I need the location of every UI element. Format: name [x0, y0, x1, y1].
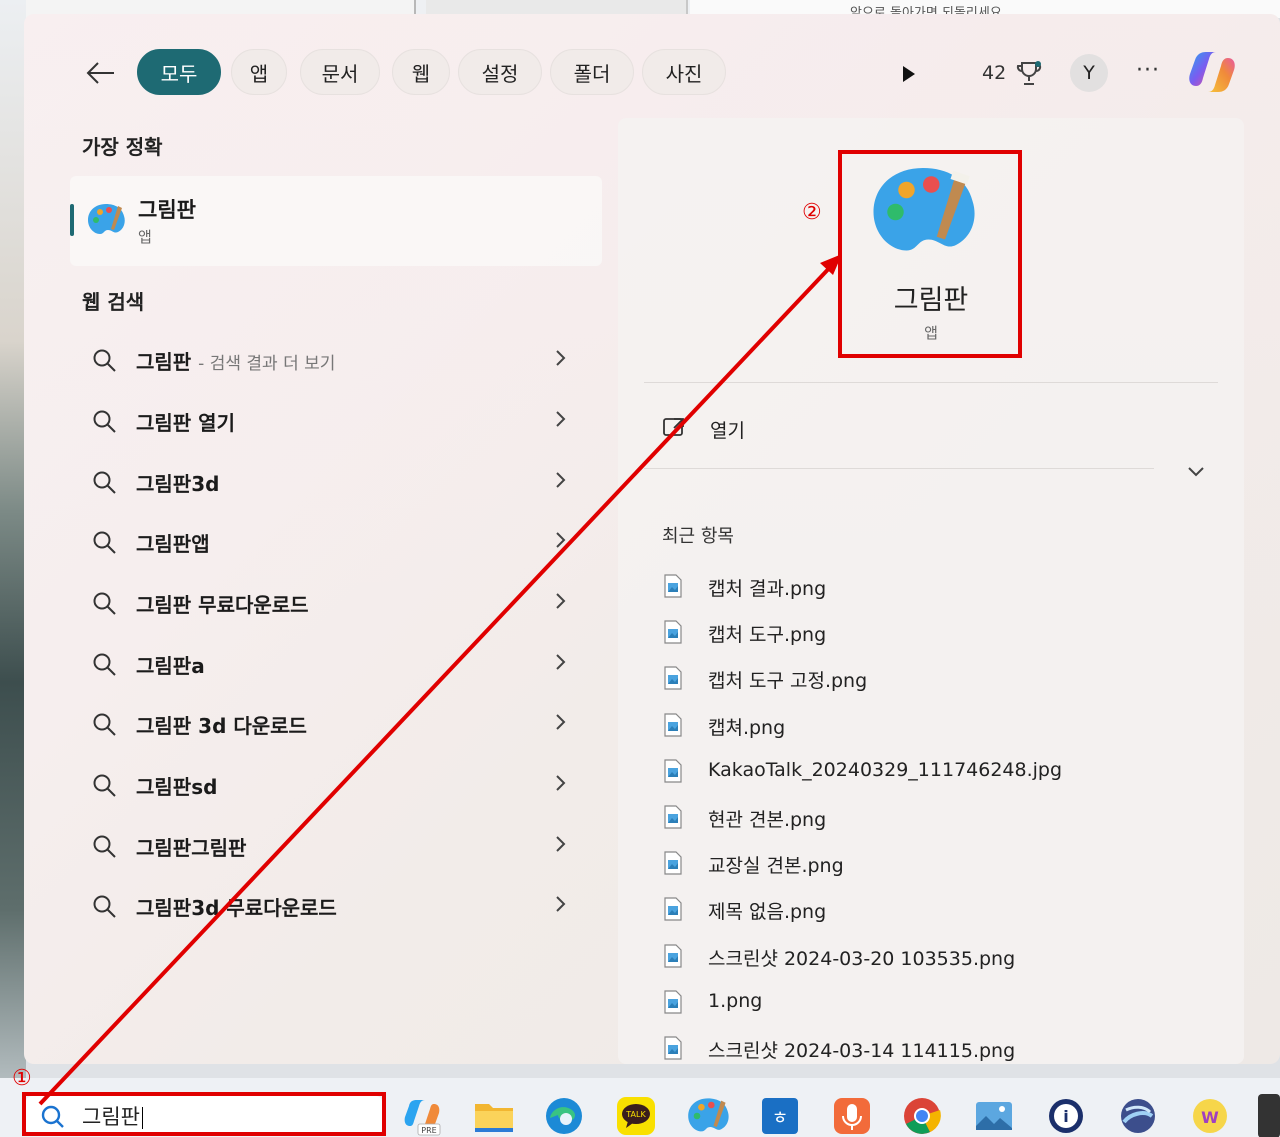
annotation-arrow [38, 254, 842, 1106]
